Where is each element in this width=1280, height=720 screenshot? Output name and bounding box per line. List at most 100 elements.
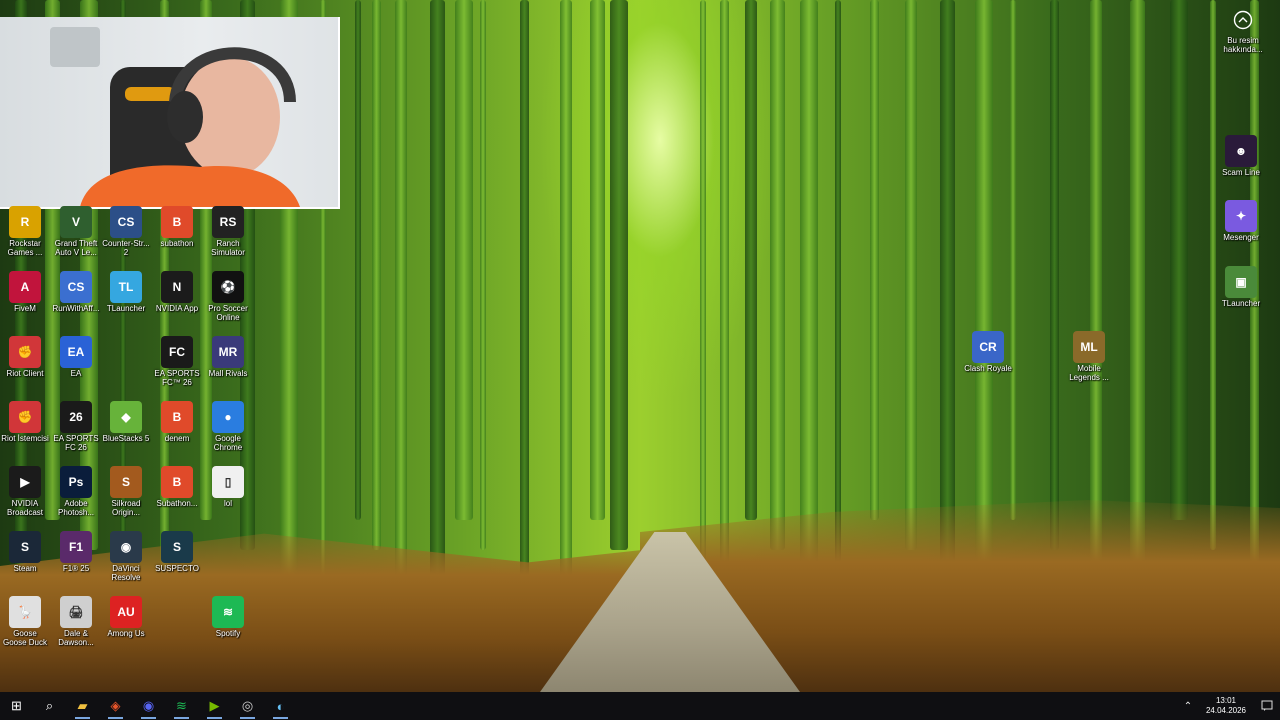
middle-desktop-icon[interactable]: CR Clash Royale <box>964 331 1012 373</box>
clock[interactable]: 13:01 24.04.2026 <box>1206 696 1246 716</box>
left-desktop-icon[interactable]: FC EA SPORTS FC™ 26 <box>153 336 201 387</box>
desktop-wallpaper: R Rockstar Games ... V Grand Theft Auto V L… <box>0 0 1280 692</box>
desktop-icon-label: Google Chrome <box>213 434 243 452</box>
left-app-icon: B <box>161 401 193 433</box>
wallpaper-info-icon <box>1233 10 1253 30</box>
bamboo-stalk <box>940 0 955 580</box>
search-button[interactable]: ⌕ <box>33 692 66 720</box>
left-app-icon: ● <box>212 401 244 433</box>
desktop-icon-label: Riot İstemcisi <box>1 434 49 443</box>
left-desktop-icon[interactable]: ⚽ Pro Soccer Online <box>204 271 252 322</box>
middle-desktop-icon[interactable]: ML Mobile Legends ... <box>1065 331 1113 382</box>
right-desktop-icon[interactable]: ✦ Mesenger <box>1217 200 1265 242</box>
left-app-icon: B <box>161 466 193 498</box>
left-desktop-icon[interactable]: Bdenem <box>153 401 201 443</box>
nvidia-broadcast-button[interactable]: ▶ <box>198 692 231 720</box>
middle-app-icon: CR <box>972 331 1004 363</box>
brave-button[interactable]: ◈ <box>99 692 132 720</box>
right-desktop-icon[interactable]: ▣ TLauncher <box>1217 266 1265 308</box>
left-desktop-icon[interactable]: S Steam <box>1 531 49 573</box>
running-indicator <box>141 717 156 719</box>
desktop-icon-label: SUSPECTO <box>155 564 199 573</box>
steam-icon: ◐ <box>276 698 285 714</box>
left-desktop-icon[interactable]: S SUSPECTO <box>153 531 201 573</box>
left-desktop-icon[interactable]: ▶ NVIDIA Broadcast <box>1 466 49 517</box>
desktop-icon-label: Counter-Str... 2 <box>102 239 150 257</box>
left-desktop-icon[interactable]: 🖨 Dale & Dawson... <box>52 596 100 647</box>
obs-button[interactable]: ◎ <box>231 692 264 720</box>
bamboo-stalk <box>770 0 785 550</box>
desktop-icon-label: NVIDIA App <box>155 304 199 313</box>
bamboo-stalk <box>355 0 361 520</box>
left-desktop-icon[interactable]: ≋ Spotify <box>204 596 252 638</box>
left-desktop-icon[interactable]: TL TLauncher <box>102 271 150 313</box>
desktop-icon-label: Scam Line <box>1222 168 1260 177</box>
start-button[interactable]: ⊞ <box>0 692 33 720</box>
file-explorer-button[interactable]: ▰ <box>66 692 99 720</box>
left-desktop-icon[interactable]: EA EA <box>52 336 100 378</box>
desktop-icon-label: Adobe Photosh... <box>57 499 95 517</box>
notification-center-icon[interactable] <box>1254 692 1280 720</box>
left-desktop-icon[interactable]: ◉ DaVinci Resolve <box>102 531 150 582</box>
left-app-icon: CS <box>110 206 142 238</box>
wallpaper-info[interactable]: Bu resim hakkında... <box>1220 10 1266 54</box>
left-app-icon: CS <box>60 271 92 303</box>
left-desktop-icon[interactable]: ✊ Riot Client <box>1 336 49 378</box>
desktop-icon-label: denem <box>164 434 190 443</box>
bamboo-stalk <box>870 0 879 520</box>
start-icon: ⊞ <box>11 698 22 713</box>
left-desktop-icon[interactable]: 🪿 Goose Goose Duck <box>1 596 49 647</box>
left-desktop-icon[interactable]: AU Among Us <box>102 596 150 638</box>
left-desktop-icon[interactable]: RS Ranch Simulator <box>204 206 252 257</box>
left-app-icon: 🖨 <box>60 596 92 628</box>
left-desktop-icon[interactable]: Bsubathon <box>153 206 201 248</box>
left-desktop-icon[interactable]: CS Counter-Str... 2 <box>102 206 150 257</box>
left-app-icon: N <box>161 271 193 303</box>
desktop-icon-label: TLauncher <box>1221 299 1261 308</box>
left-desktop-icon[interactable]: ▯ lol <box>204 466 252 508</box>
bamboo-stalk <box>1050 0 1059 550</box>
webcam-overlay <box>0 17 340 209</box>
discord-button[interactable]: ◉ <box>132 692 165 720</box>
left-app-icon: AU <box>110 596 142 628</box>
desktop-icon-label: Steam <box>13 564 37 573</box>
left-desktop-icon[interactable]: ◆ BlueStacks 5 <box>102 401 150 443</box>
left-desktop-icon[interactable]: 26 EA SPORTS FC 26 <box>52 401 100 452</box>
bamboo-stalk <box>720 0 729 610</box>
left-desktop-icon[interactable]: A FiveM <box>1 271 49 313</box>
bamboo-stalk <box>455 0 473 520</box>
left-desktop-icon[interactable]: CS RunWithAff... <box>52 271 100 313</box>
left-desktop-icon[interactable]: V Grand Theft Auto V Le... <box>52 206 100 257</box>
bamboo-stalk <box>905 0 917 550</box>
left-desktop-icon[interactable]: ✊ Riot İstemcisi <box>1 401 49 443</box>
left-desktop-icon[interactable]: B Subathon... <box>153 466 201 508</box>
left-app-icon: ◆ <box>110 401 142 433</box>
bamboo-stalk <box>1010 0 1016 520</box>
left-desktop-icon[interactable]: MR Mall Rivals <box>204 336 252 378</box>
desktop-icon-label: Spotify <box>215 629 241 638</box>
bamboo-stalk <box>610 0 628 550</box>
desktop-icon-label: Mesenger <box>1223 233 1259 242</box>
left-desktop-icon[interactable]: N NVIDIA App <box>153 271 201 313</box>
left-desktop-icon[interactable]: Ps Adobe Photosh... <box>52 466 100 517</box>
webcam-person <box>50 27 300 207</box>
left-app-icon: ▶ <box>9 466 41 498</box>
left-desktop-icon[interactable]: F1 F1® 25 <box>52 531 100 573</box>
desktop-icon-label: subathon <box>160 239 194 248</box>
right-desktop-icon[interactable]: ☻ Scam Line <box>1217 135 1265 177</box>
search-icon: ⌕ <box>45 698 54 713</box>
desktop-icon-label: Rockstar Games ... <box>7 239 43 257</box>
left-app-icon: ≋ <box>212 596 244 628</box>
desktop-icon-label: Mall Rivals <box>208 369 248 378</box>
desktop-icon-label: lol <box>223 499 232 508</box>
spotify-button[interactable]: ≋ <box>165 692 198 720</box>
left-app-icon: S <box>9 531 41 563</box>
left-desktop-icon[interactable]: S Silkroad Origin... <box>102 466 150 517</box>
left-app-icon: A <box>9 271 41 303</box>
left-desktop-icon[interactable]: R Rockstar Games ... <box>1 206 49 257</box>
desktop-icon-label: Subathon... <box>156 499 198 508</box>
steam-button[interactable]: ◐ <box>264 692 297 720</box>
left-desktop-icon[interactable]: ● Google Chrome <box>204 401 252 452</box>
brave-icon: ◈ <box>110 698 121 713</box>
tray-overflow-chevron-icon[interactable]: ⌃ <box>1178 692 1198 720</box>
